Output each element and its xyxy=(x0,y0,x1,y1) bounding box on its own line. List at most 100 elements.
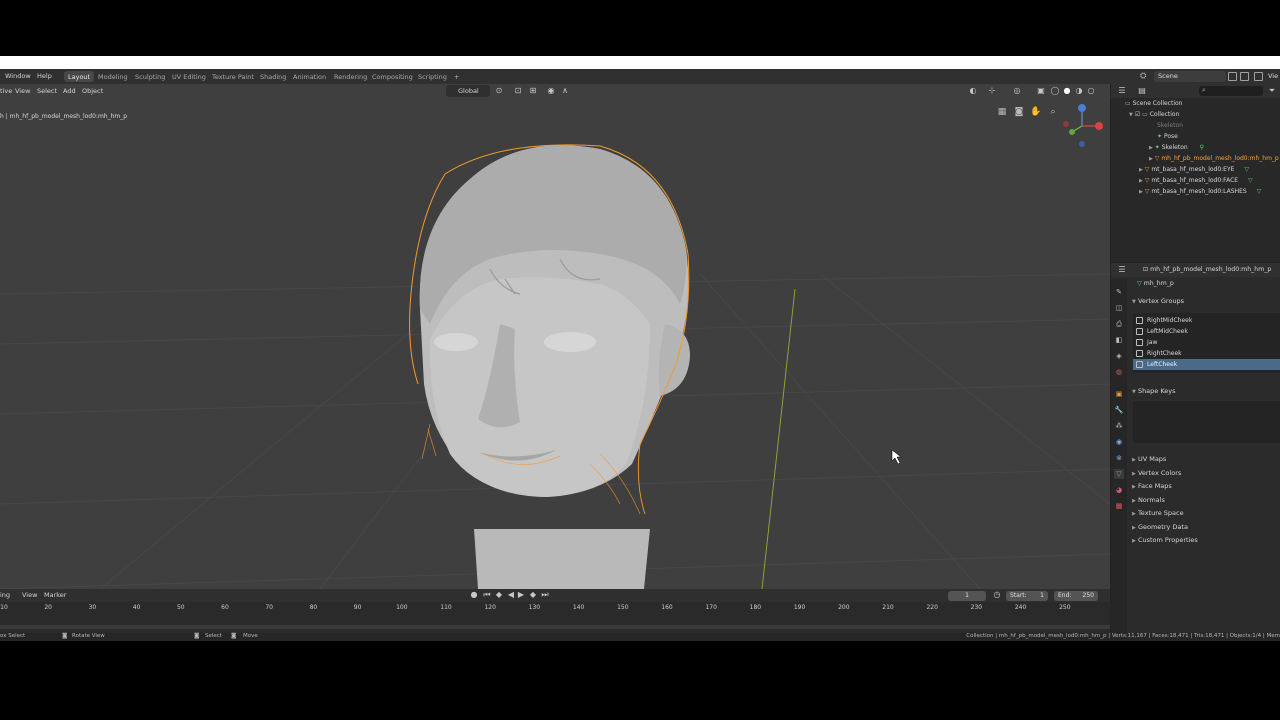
physics-tab-icon[interactable]: ◉ xyxy=(1114,437,1124,447)
outliner-skeleton[interactable]: ▶ ✦ Skeleton ⚲ xyxy=(1149,144,1204,151)
viewport-menu-object[interactable]: Object xyxy=(82,87,103,95)
list-item[interactable]: Jaw xyxy=(1133,337,1280,348)
outliner-search-input[interactable]: ⌕ xyxy=(1199,86,1263,96)
overlay-toggle-icon[interactable]: ◎ xyxy=(1012,86,1022,96)
tool-tab-icon[interactable]: ✎ xyxy=(1114,287,1124,297)
particles-tab-icon[interactable]: ⁂ xyxy=(1114,421,1124,431)
texture-space-panel-header[interactable]: ▶ Texture Space xyxy=(1132,509,1184,517)
outliner-pose[interactable]: ✦ Pose xyxy=(1157,133,1178,140)
end-frame-field[interactable]: End: 250 xyxy=(1054,591,1098,601)
filter-icon[interactable]: ⏷ xyxy=(1267,86,1277,96)
scene-name-field[interactable]: Scene xyxy=(1154,71,1226,82)
visibility-icon[interactable]: ◐ xyxy=(968,86,978,96)
tab-layout[interactable]: Layout xyxy=(64,71,95,82)
outliner-eye-mesh[interactable]: ▶ ▽ mt_basa_hf_mesh_lod0:EYE ▽ xyxy=(1139,166,1249,173)
expand-icon[interactable]: ▶ xyxy=(1139,178,1143,184)
texture-tab-icon[interactable]: ▩ xyxy=(1114,501,1124,511)
mode-label[interactable]: tive xyxy=(0,87,12,95)
next-keyframe-icon[interactable]: ◆ xyxy=(528,590,538,600)
list-item-active[interactable]: LeftCheek xyxy=(1133,359,1280,370)
menu-help[interactable]: Help xyxy=(37,72,52,80)
view-layer-label[interactable]: Vie xyxy=(1268,72,1278,80)
snap-target-icon[interactable]: ⊞ xyxy=(528,86,538,96)
face-maps-panel-header[interactable]: ▶ Face Maps xyxy=(1132,482,1172,490)
shape-keys-panel-header[interactable]: ▼ Shape Keys xyxy=(1132,387,1176,395)
outliner-skeleton-dim[interactable]: Skeleton xyxy=(1157,122,1183,129)
copy-scene-icon[interactable] xyxy=(1228,72,1237,81)
outliner-scene-collection[interactable]: ▭ Scene Collection xyxy=(1125,100,1182,107)
mesh-data-tab-icon[interactable]: ▽ xyxy=(1114,469,1124,479)
checkbox-icon[interactable]: ☑ xyxy=(1135,111,1140,118)
outliner-selected-mesh[interactable]: ▶ ▽ mh_hf_pb_model_mesh_lod0:mh_hm_p xyxy=(1149,155,1279,162)
shading-material-icon[interactable]: ◑ xyxy=(1074,86,1084,96)
jump-end-icon[interactable]: ⏭ xyxy=(540,590,550,600)
view-layer-icon[interactable] xyxy=(1254,72,1263,81)
shading-wireframe-icon[interactable]: ◯ xyxy=(1050,86,1060,96)
falloff-icon[interactable]: ∧ xyxy=(560,86,570,96)
expand-icon[interactable]: ▶ xyxy=(1139,189,1143,195)
tab-uv-editing[interactable]: UV Editing xyxy=(168,71,210,82)
viewport-menu-select[interactable]: Select xyxy=(37,87,57,95)
head-model[interactable] xyxy=(409,144,690,589)
normals-panel-header[interactable]: ▶ Normals xyxy=(1132,496,1165,504)
add-workspace-button[interactable]: + xyxy=(450,71,463,82)
geometry-data-panel-header[interactable]: ▶ Geometry Data xyxy=(1132,523,1188,531)
xray-icon[interactable]: ▣ xyxy=(1036,86,1046,96)
expand-icon[interactable]: ▶ xyxy=(1149,145,1153,151)
properties-editor-icon[interactable]: ☰ xyxy=(1117,265,1127,275)
output-tab-icon[interactable]: ⎙ xyxy=(1114,319,1124,329)
current-frame-field[interactable]: 1 xyxy=(948,591,986,601)
jump-start-icon[interactable]: ⏮ xyxy=(482,590,492,600)
prev-keyframe-icon[interactable]: ◆ xyxy=(494,590,504,600)
menu-window[interactable]: Window xyxy=(5,72,31,80)
modifier-tab-icon[interactable]: 🔧 xyxy=(1114,405,1124,415)
shading-rendered-icon[interactable]: ○ xyxy=(1086,86,1096,96)
material-tab-icon[interactable]: ◕ xyxy=(1114,485,1124,495)
tab-sculpting[interactable]: Sculpting xyxy=(131,71,169,82)
clock-icon[interactable]: ◷ xyxy=(992,590,1002,600)
vertex-colors-panel-header[interactable]: ▶ Vertex Colors xyxy=(1132,469,1181,477)
list-item[interactable]: RightCheek xyxy=(1133,348,1280,359)
tab-texture-paint[interactable]: Texture Paint xyxy=(208,71,258,82)
snap-icon[interactable]: ⊡ xyxy=(513,86,523,96)
expand-icon[interactable]: ▶ xyxy=(1139,167,1143,173)
display-mode-icon[interactable]: ▤ xyxy=(1137,86,1147,96)
timeline-scrollbar[interactable] xyxy=(0,625,1110,629)
timeline-menu-marker[interactable]: Marker xyxy=(44,591,66,599)
navigation-gizmo[interactable] xyxy=(1063,104,1103,147)
tab-shading[interactable]: Shading xyxy=(256,71,290,82)
outliner-editor-icon[interactable]: ☰ xyxy=(1117,86,1127,96)
constraints-tab-icon[interactable]: ⊗ xyxy=(1114,453,1124,463)
expand-icon[interactable]: ▶ xyxy=(1149,156,1153,162)
3d-viewport[interactable]: tive View Select Add Object Global ⊙ ⊡ ⊞… xyxy=(0,84,1110,589)
uv-maps-panel-header[interactable]: ▶ UV Maps xyxy=(1132,455,1166,463)
render-tab-icon[interactable]: ◫ xyxy=(1114,303,1124,313)
gizmo-toggle-icon[interactable]: ⊹ xyxy=(987,86,997,96)
list-item[interactable]: LeftMidCheek xyxy=(1133,326,1280,337)
pan-hand-icon[interactable]: ✋ xyxy=(1030,106,1042,118)
grid-view-icon[interactable]: ▦ xyxy=(996,106,1008,118)
scene-tab-icon[interactable]: ◈ xyxy=(1114,351,1124,361)
outliner-face-mesh[interactable]: ▶ ▽ mt_basa_hf_mesh_lod0:FACE ▽ xyxy=(1139,177,1253,184)
pivot-point-icon[interactable]: ⊙ xyxy=(494,86,504,96)
start-frame-field[interactable]: Start: 1 xyxy=(1006,591,1048,601)
shading-solid-icon[interactable]: ● xyxy=(1062,86,1072,96)
play-icon[interactable]: ▶ xyxy=(516,590,526,600)
vertex-groups-panel-header[interactable]: ▼ Vertex Groups xyxy=(1132,297,1184,305)
tab-rendering[interactable]: Rendering xyxy=(330,71,371,82)
timeline-menu-playback[interactable]: ing xyxy=(0,591,10,599)
camera-view-icon[interactable]: ◙ xyxy=(1013,106,1025,118)
record-icon[interactable]: ● xyxy=(469,590,479,600)
tab-scripting[interactable]: Scripting xyxy=(414,71,451,82)
tab-animation[interactable]: Animation xyxy=(289,71,330,82)
outliner-lashes-mesh[interactable]: ▶ ▽ mt_basa_hf_mesh_lod0:LASHES ▽ xyxy=(1139,188,1261,195)
custom-properties-panel-header[interactable]: ▶ Custom Properties xyxy=(1132,536,1198,544)
zoom-icon[interactable]: ⌕ xyxy=(1047,106,1059,118)
play-reverse-icon[interactable]: ◀ xyxy=(506,590,516,600)
tab-compositing[interactable]: Compositing xyxy=(368,71,417,82)
mesh-datablock-field[interactable]: ▽ mh_hm_p xyxy=(1133,279,1280,291)
expand-icon[interactable]: ▼ xyxy=(1129,112,1133,118)
viewport-menu-view[interactable]: View xyxy=(15,87,30,95)
transform-orientation-dropdown[interactable]: Global xyxy=(446,85,490,97)
vertex-group-list[interactable]: RightMidCheek LeftMidCheek Jaw RightChee… xyxy=(1133,313,1280,373)
